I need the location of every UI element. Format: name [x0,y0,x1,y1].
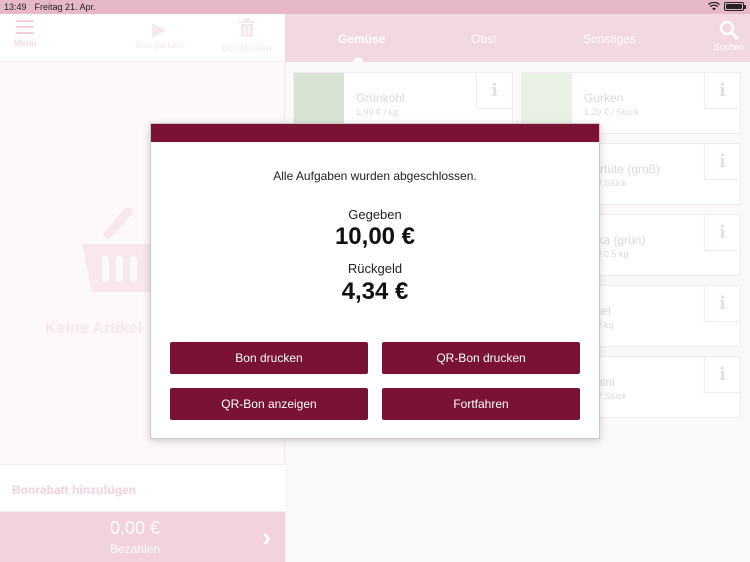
wifi-icon [708,2,720,11]
status-icons [708,2,746,11]
dialog-message: Alle Aufgaben wurden abgeschlossen. [273,169,477,183]
continue-button[interactable]: Fortfahren [382,388,580,420]
print-qr-receipt-button[interactable]: QR-Bon drucken [382,342,580,374]
print-receipt-button[interactable]: Bon drucken [170,342,368,374]
given-amount: 10,00 € [334,223,416,250]
status-date: Freitag 21. Apr. [34,2,96,12]
status-bar: 13:49 Freitag 21. Apr. [0,0,750,14]
change-label: Rückgeld [347,261,403,276]
change-amount: 4,34 € [341,278,409,305]
status-time: 13:49 [4,2,27,12]
payment-complete-dialog: Alle Aufgaben wurden abgeschlossen. Gege… [150,123,600,439]
show-qr-receipt-button[interactable]: QR-Bon anzeigen [170,388,368,420]
battery-icon [724,2,746,11]
dialog-header-bar [151,124,599,142]
given-label: Gegeben [348,207,402,222]
